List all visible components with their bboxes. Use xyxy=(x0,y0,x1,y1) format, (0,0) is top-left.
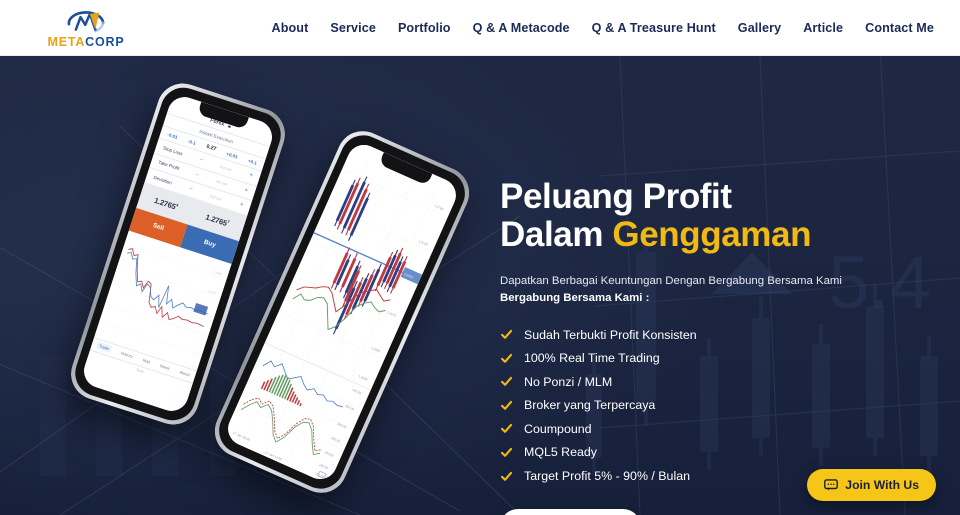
brand-name-corp: CORP xyxy=(85,35,125,50)
stop-loss-value: not set xyxy=(219,163,233,173)
headline-line-2-gold: Genggaman xyxy=(612,214,812,254)
nav-item-article[interactable]: Article xyxy=(803,21,843,35)
feature-item: Coumpound xyxy=(500,417,950,441)
sell-price-fraction: 4 xyxy=(175,201,179,208)
svg-text:17 Jan 12:50: 17 Jan 12:50 xyxy=(265,450,284,461)
check-icon xyxy=(500,353,513,363)
symbol-dropdown-icon[interactable] xyxy=(227,124,231,129)
buy-price-fraction: 7 xyxy=(226,218,231,224)
svg-text:250.00: 250.00 xyxy=(330,436,341,444)
svg-text:300.00: 300.00 xyxy=(337,421,348,429)
feature-item: Broker yang Terpercaya xyxy=(500,393,950,417)
svg-text:200.00: 200.00 xyxy=(324,450,335,458)
price-candlestick-panel: 1.2760 1.2725 1.2701 1.2675 1.2650 1.263… xyxy=(265,140,461,390)
stop-loss-label: Stop Loss xyxy=(162,145,184,157)
take-profit-plus-icon[interactable]: + xyxy=(244,187,249,194)
feature-label: Coumpound xyxy=(524,421,592,436)
brand-wordmark: METACORP xyxy=(47,36,124,49)
candlestick-chart-icon: 1.2760 1.2725 1.2701 1.2675 1.2650 1.263… xyxy=(278,161,448,382)
stop-loss-minus-icon[interactable]: – xyxy=(199,157,203,164)
tab-about[interactable]: About xyxy=(179,369,190,377)
feature-label: Sudah Terbukti Profit Konsisten xyxy=(524,327,697,342)
svg-text:1.2650: 1.2650 xyxy=(370,346,381,354)
hero-subtitle-bold: Bergabung Bersama Kami : xyxy=(500,291,650,304)
metacorp-swoosh-m-logo-icon xyxy=(67,11,105,33)
deviation-label: Deviation xyxy=(152,174,173,186)
svg-text:400.00: 400.00 xyxy=(352,388,363,396)
headline-line-2-white: Dalam xyxy=(500,214,613,254)
volume-plus-001[interactable]: +0.01 xyxy=(226,151,239,159)
feature-item: MQL5 Ready xyxy=(500,441,950,465)
feature-list: Sudah Terbukti Profit Konsisten 100% Rea… xyxy=(500,323,950,488)
volume-minus-01[interactable]: -0.1 xyxy=(187,138,196,145)
sell-price-value: 1.2765 xyxy=(153,195,177,211)
svg-text:1.2760: 1.2760 xyxy=(434,204,445,212)
floating-join-with-us-label: Join With Us xyxy=(845,478,919,492)
volume-value[interactable]: 0.27 xyxy=(205,144,216,153)
svg-text:1.2725: 1.2725 xyxy=(418,239,429,247)
feature-label: 100% Real Time Trading xyxy=(524,351,660,366)
svg-text:1.2675: 1.2675 xyxy=(386,310,397,318)
hero-headline: Peluang Profit Dalam Genggaman xyxy=(500,178,950,254)
svg-text:17 Jan 10:00: 17 Jan 10:00 xyxy=(232,430,251,441)
hero-section: 5.4 Forex Instant Execution -0.01 -0.1 0… xyxy=(0,56,960,515)
feature-item: No Ponzi / MLM xyxy=(500,370,950,394)
volume-minus-001[interactable]: -0.01 xyxy=(167,132,179,140)
nav-item-gallery[interactable]: Gallery xyxy=(738,21,781,35)
brand-name-meta: META xyxy=(47,35,86,50)
nav-item-qa-metacode[interactable]: Q & A Metacode xyxy=(473,21,570,35)
deviation-value: not set xyxy=(209,192,223,202)
hero-copy: Peluang Profit Dalam Genggaman Dapatkan … xyxy=(500,112,950,515)
svg-text:1.2635: 1.2635 xyxy=(358,374,369,382)
hero-subtitle: Dapatkan Berbagai Keuntungan Dengan Berg… xyxy=(500,274,842,287)
deviation-minus-icon[interactable]: – xyxy=(189,186,193,193)
feature-label: MQL5 Ready xyxy=(524,445,598,460)
volume-plus-01[interactable]: +0.1 xyxy=(248,158,258,166)
tab-mail[interactable]: Mail xyxy=(142,357,151,364)
nav-item-about[interactable]: About xyxy=(272,21,309,35)
floating-join-with-us-button[interactable]: Join With Us xyxy=(807,469,936,501)
check-icon xyxy=(500,471,513,481)
svg-text:160.00: 160.00 xyxy=(318,462,329,470)
svg-text:350.00: 350.00 xyxy=(345,404,356,412)
brand-logo[interactable]: METACORP xyxy=(44,5,128,51)
feature-item: 100% Real Time Trading xyxy=(500,346,950,370)
take-profit-minus-icon[interactable]: – xyxy=(195,172,199,179)
feature-label: Broker yang Terpercaya xyxy=(524,398,656,413)
feature-label: Target Profit 5% - 90% / Bulan xyxy=(524,469,690,484)
check-icon xyxy=(500,400,513,410)
nav-item-qa-treasure-hunt[interactable]: Q & A Treasure Hunt xyxy=(592,21,716,35)
chat-bubble-icon xyxy=(824,479,839,491)
site-header: METACORP About Service Portfolio Q & A M… xyxy=(0,0,960,56)
check-icon xyxy=(500,447,513,457)
feature-label: No Ponzi / MLM xyxy=(524,374,613,389)
take-profit-value: not set xyxy=(215,178,229,187)
take-profit-label: Take Profit xyxy=(157,159,180,172)
tab-news[interactable]: News xyxy=(159,363,170,371)
buy-price-value: 1.2765 xyxy=(204,212,229,228)
deviation-plus-icon[interactable]: + xyxy=(239,202,244,209)
main-navigation: About Service Portfolio Q & A Metacode Q… xyxy=(272,0,934,56)
landing-page: METACORP About Service Portfolio Q & A M… xyxy=(0,0,960,515)
phone-mockups: Forex Instant Execution -0.01 -0.1 0.27 … xyxy=(0,56,520,515)
headline-line-1: Peluang Profit xyxy=(500,177,732,216)
check-icon xyxy=(500,424,513,434)
check-icon xyxy=(500,377,513,386)
nav-item-service[interactable]: Service xyxy=(330,21,376,35)
nav-item-portfolio[interactable]: Portfolio xyxy=(398,21,451,35)
feature-item: Sudah Terbukti Profit Konsisten xyxy=(500,323,950,347)
stop-loss-plus-icon[interactable]: + xyxy=(248,173,253,180)
join-with-us-button[interactable]: Join With Us xyxy=(500,508,641,515)
tab-history[interactable]: History xyxy=(120,350,133,359)
nav-item-contact-me[interactable]: Contact Me xyxy=(865,21,934,35)
check-icon xyxy=(500,329,513,339)
